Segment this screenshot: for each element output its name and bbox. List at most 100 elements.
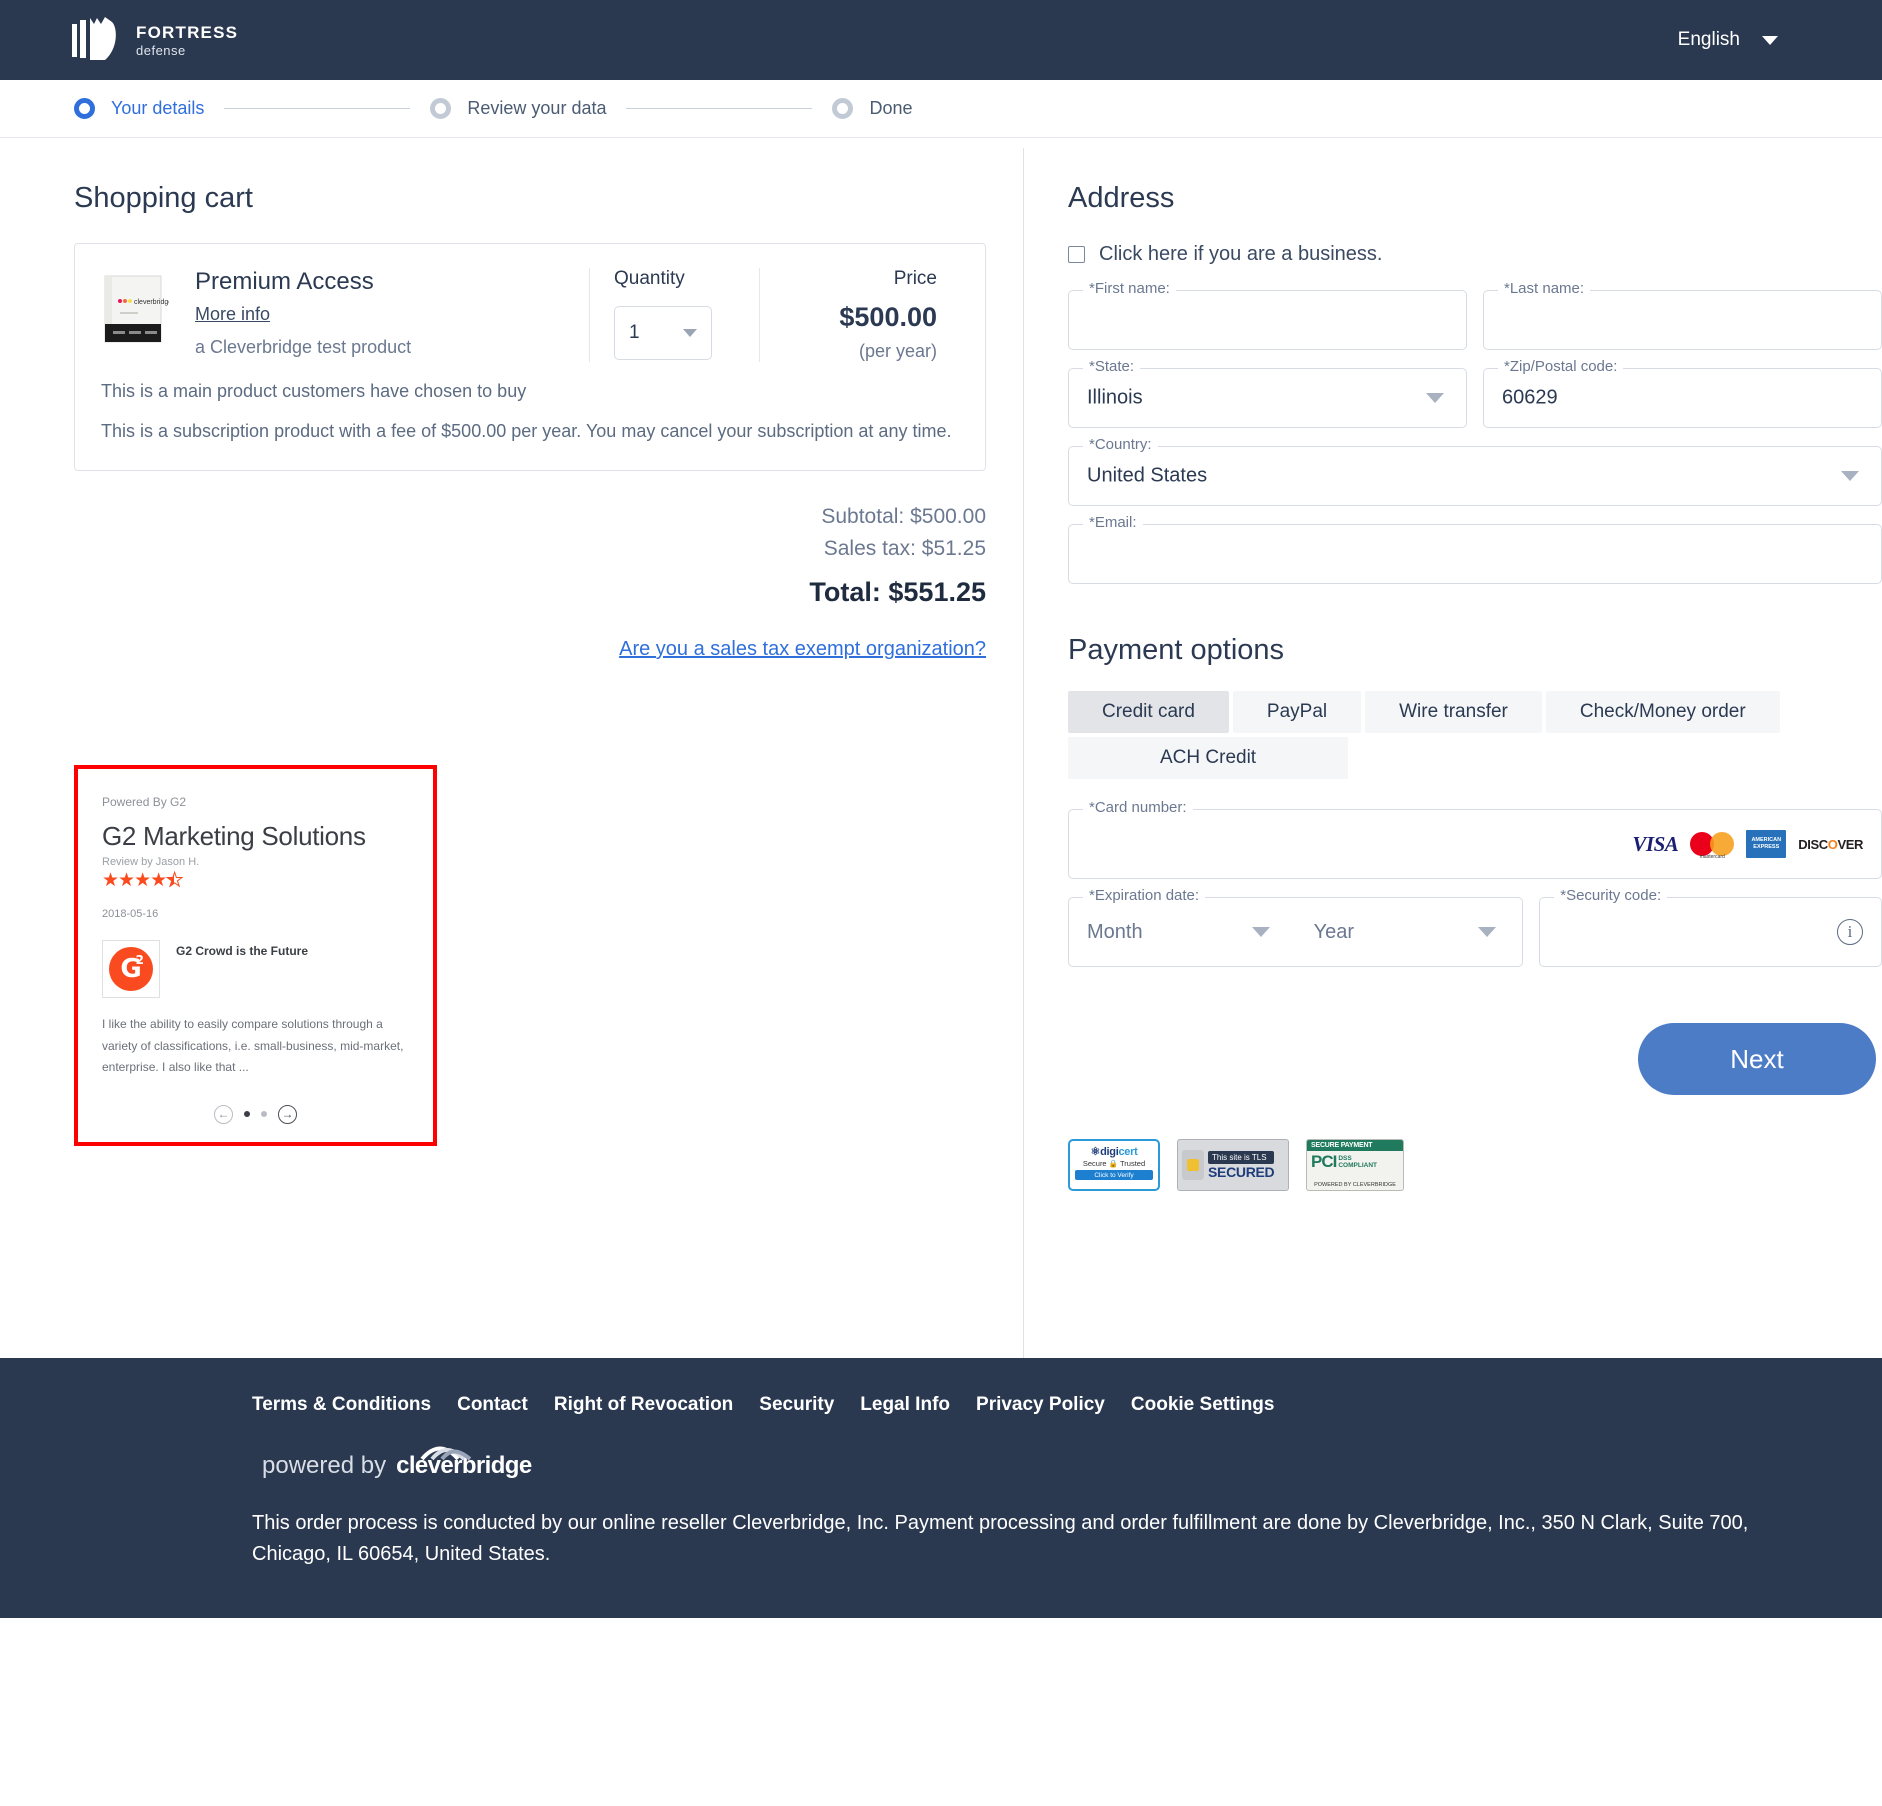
step-done[interactable]: Done: [832, 98, 913, 119]
business-checkbox-label: Click here if you are a business.: [1099, 243, 1383, 265]
g2-full-stars: ★★★★: [102, 870, 167, 892]
payment-tab-paypal[interactable]: PayPal: [1232, 691, 1362, 733]
card-number-field[interactable]: *Card number: VISA mastercard AMERICAN EX…: [1068, 799, 1882, 879]
language-selector[interactable]: English: [1678, 29, 1834, 51]
first-name-label: *First name:: [1083, 280, 1176, 297]
checkout-form-column: Address Click here if you are a business…: [1024, 138, 1882, 1358]
email-field[interactable]: *Email:: [1068, 514, 1882, 584]
business-checkbox[interactable]: [1068, 246, 1085, 263]
cart-column: Shopping cart cleverbridge Premium Acces…: [0, 138, 1023, 1358]
pci-sub2-label: COMPLIANT: [1338, 1162, 1377, 1169]
carousel-dot-active[interactable]: [244, 1111, 250, 1118]
tax-exempt-link[interactable]: Are you a sales tax exempt organization?: [619, 638, 986, 661]
digicert-verify-label: Click to Verify: [1075, 1170, 1153, 1180]
card-number-label: *Card number:: [1083, 799, 1193, 816]
price-label: Price: [893, 268, 937, 289]
tls-secured-badge[interactable]: This site is TLS SECURED: [1177, 1139, 1289, 1191]
carousel-prev-icon[interactable]: ←: [214, 1104, 233, 1124]
powered-by-text: powered by: [262, 1452, 387, 1479]
expiration-month-select[interactable]: Month: [1069, 898, 1296, 966]
main-content: Shopping cart cleverbridge Premium Acces…: [0, 138, 1882, 1358]
more-info-link[interactable]: More info: [195, 304, 270, 325]
g2-logo-superscript: 2: [135, 953, 144, 968]
checkout-stepper: Your details Review your data Done: [0, 80, 1882, 138]
last-name-field[interactable]: *Last name:: [1483, 280, 1882, 350]
product-subtitle: a Cleverbridge test product: [195, 337, 412, 357]
g2-review-widget[interactable]: Powered By G2 G2 Marketing Solutions Rev…: [74, 765, 437, 1146]
g2-half-star: ★: [166, 870, 184, 892]
cart-item-card: cleverbridge Premium Access More info a …: [74, 243, 986, 472]
payment-tab-ach-credit[interactable]: ACH Credit: [1068, 737, 1349, 779]
info-icon[interactable]: i: [1837, 919, 1863, 945]
g2-review-date: 2018-05-16: [102, 908, 159, 921]
footer-link-legal-info[interactable]: Legal Info: [860, 1394, 950, 1416]
footer-link-contact[interactable]: Contact: [457, 1394, 528, 1416]
g2-star-rating: ★★★★★: [102, 869, 409, 892]
payment-tab-wire-transfer[interactable]: Wire transfer: [1365, 691, 1542, 733]
step-dot-icon: [832, 98, 854, 119]
product-name: Premium Access: [195, 268, 374, 295]
state-select[interactable]: *State: Illinois: [1068, 358, 1467, 428]
footer-link-privacy-policy[interactable]: Privacy Policy: [976, 1394, 1105, 1416]
discover-icon: DISCOVER: [1798, 836, 1863, 852]
digicert-tagline: Secure 🔒 Trusted: [1082, 1159, 1146, 1168]
carousel-dot[interactable]: [261, 1111, 267, 1118]
country-select[interactable]: *Country: United States: [1068, 436, 1882, 506]
footer-link-security[interactable]: Security: [759, 1394, 834, 1416]
zip-code-field[interactable]: *Zip/Postal code: 60629: [1483, 358, 1882, 428]
expiration-year-select[interactable]: Year: [1296, 898, 1523, 966]
first-name-field[interactable]: *First name:: [1068, 280, 1467, 350]
expiration-month-placeholder: Month: [1087, 920, 1143, 943]
pci-sub1-label: DSS: [1338, 1154, 1352, 1162]
step-label: Review your data: [467, 98, 607, 118]
expiration-date-field[interactable]: *Expiration date: Month Year: [1068, 887, 1524, 967]
country-label: *Country:: [1083, 436, 1158, 453]
order-totals: Subtotal: $500.00 Sales tax: $51.25 Tota…: [74, 471, 986, 661]
next-button[interactable]: Next: [1638, 1023, 1876, 1095]
price-value: $500.00: [839, 302, 937, 332]
footer-powered-by: powered by cleverbridge: [252, 1446, 1822, 1480]
sales-tax-row: Sales tax: $51.25: [823, 537, 986, 561]
brand-name: FORTRESS: [136, 22, 239, 42]
last-name-label: *Last name:: [1498, 280, 1591, 297]
quantity-select[interactable]: 1: [614, 306, 712, 360]
svg-text:cleverbridge: cleverbridge: [134, 299, 169, 306]
product-desc-line-2: This is a subscription product with a fe…: [101, 421, 952, 442]
product-box-icon: cleverbridge: [104, 275, 172, 343]
digicert-badge[interactable]: ⚛digicert Secure 🔒 Trusted Click to Veri…: [1068, 1139, 1160, 1191]
step-your-details[interactable]: Your details: [74, 98, 204, 119]
zip-code-label: *Zip/Postal code:: [1498, 358, 1624, 375]
business-checkbox-row[interactable]: Click here if you are a business.: [1068, 243, 1882, 266]
g2-review-quote: I like the ability to easily compare sol…: [102, 1017, 404, 1075]
step-review-your-data[interactable]: Review your data: [430, 98, 606, 119]
payment-method-tabs: Credit card PayPal Wire transfer Check/M…: [1068, 691, 1882, 779]
pci-compliant-badge[interactable]: SECURE PAYMENT PCI DSS COMPLIANT POWERED…: [1306, 1139, 1404, 1191]
price-period: (per year): [858, 341, 937, 361]
footer-link-terms[interactable]: Terms & Conditions: [252, 1394, 431, 1416]
chevron-down-icon: [1251, 927, 1270, 937]
payment-tab-check-money-order[interactable]: Check/Money order: [1545, 691, 1780, 733]
cleverbridge-logo-icon: [420, 1446, 472, 1461]
g2-powered-by: Powered By G2: [102, 795, 187, 810]
payment-options-title: Payment options: [1068, 634, 1285, 666]
security-code-field[interactable]: *Security code: i: [1539, 887, 1882, 967]
brand-subtitle: defense: [136, 42, 186, 58]
total-row: Total: $551.25: [809, 577, 986, 608]
subtotal-row: Subtotal: $500.00: [821, 505, 986, 529]
chevron-down-icon: [683, 329, 697, 337]
brand-logo[interactable]: FORTRESS defense: [72, 16, 238, 64]
amex-icon: AMERICAN EXPRESS: [1746, 830, 1787, 858]
footer-legal-note: This order process is conducted by our o…: [252, 1512, 1749, 1565]
page-title: Shopping cart: [74, 182, 253, 214]
footer-link-revocation[interactable]: Right of Revocation: [554, 1394, 733, 1416]
payment-tab-credit-card[interactable]: Credit card: [1068, 691, 1229, 733]
step-connector: [224, 108, 411, 109]
step-dot-icon: [74, 98, 95, 119]
chevron-down-icon: [1762, 35, 1778, 45]
carousel-next-icon[interactable]: →: [278, 1104, 297, 1124]
quantity-label: Quantity: [614, 268, 685, 289]
chevron-down-icon: [1426, 393, 1444, 403]
security-code-label: *Security code:: [1554, 887, 1668, 904]
footer-link-cookie-settings[interactable]: Cookie Settings: [1131, 1394, 1275, 1416]
step-dot-icon: [430, 98, 452, 119]
